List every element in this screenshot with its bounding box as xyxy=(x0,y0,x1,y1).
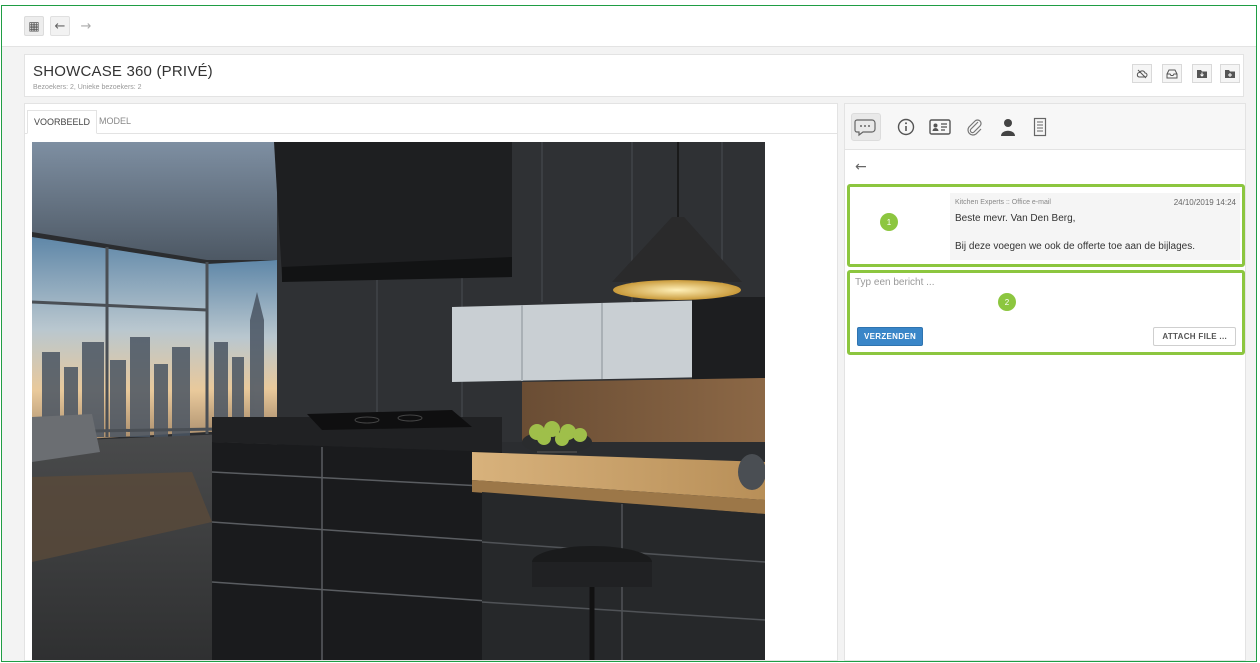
send-button[interactable]: VERZENDEN xyxy=(857,327,924,346)
message-greeting: Beste mevr. Van Den Berg, xyxy=(955,213,1076,224)
page-header: SHOWCASE 360 (PRIVÉ) Bezoekers: 2, Uniek… xyxy=(24,54,1244,97)
tab-model[interactable]: MODEL xyxy=(93,110,137,134)
folder-add-icon[interactable] xyxy=(1220,64,1240,83)
inbox-icon[interactable] xyxy=(1162,64,1182,83)
visitor-stats: Bezoekers: 2, Unieke bezoekers: 2 xyxy=(33,84,142,91)
page-title: SHOWCASE 360 (PRIVÉ) xyxy=(33,63,213,80)
message-input[interactable] xyxy=(855,277,1235,321)
message-composer: 2 VERZENDEN ATTACH FILE ... xyxy=(847,270,1245,355)
panel-tabs xyxy=(845,104,1245,150)
document-icon[interactable] xyxy=(1025,113,1055,141)
annotation-marker-1: 1 xyxy=(880,213,898,231)
top-toolbar: ▦ ← → xyxy=(2,6,1256,47)
contact-card-icon[interactable] xyxy=(925,113,955,141)
user-icon[interactable] xyxy=(993,113,1023,141)
app-frame: ▦ ← → SHOWCASE 360 (PRIVÉ) Bezoekers: 2,… xyxy=(1,5,1257,662)
message-sender: Kitchen Experts :: Office e-mail xyxy=(955,199,1051,206)
message-card: 1 Kitchen Experts :: Office e-mail 24/10… xyxy=(847,184,1245,267)
paperclip-icon[interactable] xyxy=(959,113,989,141)
preview-tabs: VOORBEELD MODEL xyxy=(25,104,837,134)
tab-voorbeeld[interactable]: VOORBEELD xyxy=(27,110,98,134)
arrow-right-icon[interactable]: → xyxy=(76,16,96,36)
preview-panel: VOORBEELD MODEL xyxy=(24,103,838,661)
message-bubble: Kitchen Experts :: Office e-mail 24/10/2… xyxy=(950,193,1240,260)
conversation-panel: ← 1 Kitchen Experts :: Office e-mail 24/… xyxy=(844,103,1246,661)
cloud-off-icon[interactable] xyxy=(1132,64,1152,83)
attach-file-button[interactable]: ATTACH FILE ... xyxy=(1153,327,1236,346)
grid-icon[interactable]: ▦ xyxy=(24,16,44,36)
message-timestamp: 24/10/2019 14:24 xyxy=(1173,198,1236,207)
info-icon[interactable] xyxy=(891,113,921,141)
chat-icon[interactable] xyxy=(851,113,881,141)
annotation-marker-2: 2 xyxy=(998,293,1016,311)
kitchen-render-image[interactable] xyxy=(32,142,765,660)
arrow-left-icon[interactable]: ← xyxy=(50,16,70,36)
message-body: Bij deze voegen we ook de offerte toe aa… xyxy=(955,241,1195,252)
folder-download-icon[interactable] xyxy=(1192,64,1212,83)
back-arrow-icon[interactable]: ← xyxy=(855,159,867,175)
